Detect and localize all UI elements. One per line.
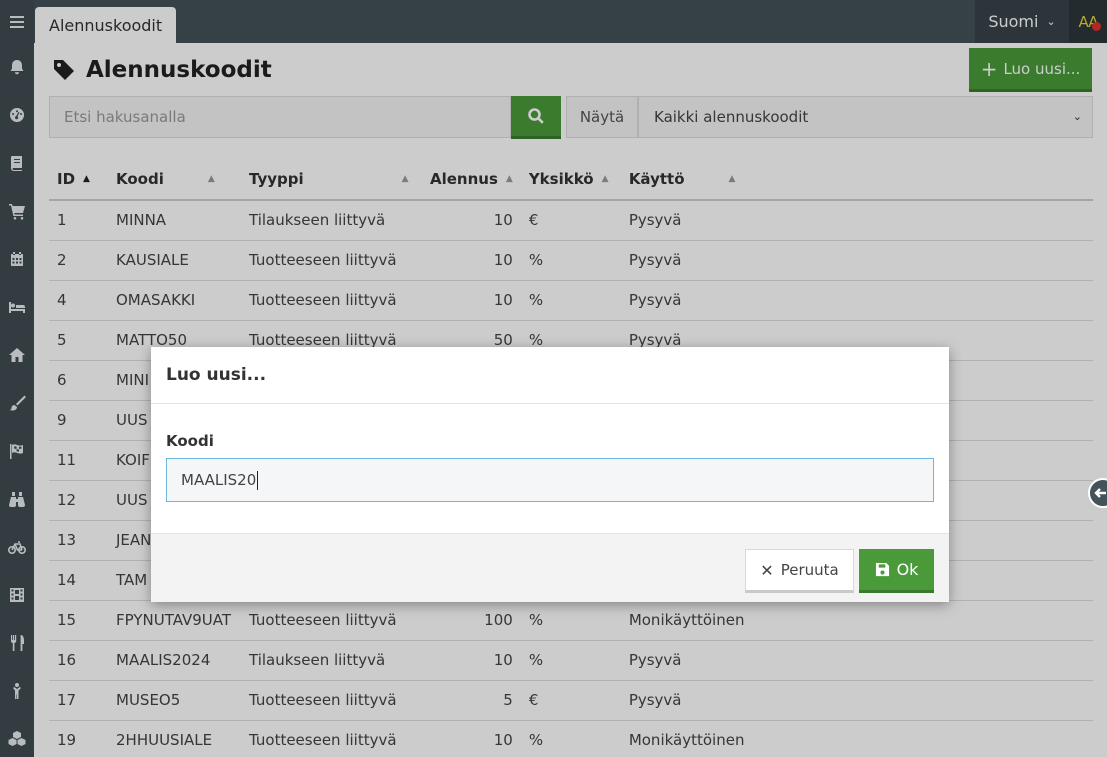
close-icon: ✕: [760, 560, 774, 580]
ok-label: Ok: [896, 560, 919, 579]
modal-body: Koodi MAALIS20: [151, 404, 949, 533]
code-input-value: MAALIS20: [181, 471, 257, 489]
code-input[interactable]: MAALIS20: [166, 458, 934, 502]
create-new-modal: Luo uusi... Koodi MAALIS20 ✕ Peruuta Ok: [151, 347, 949, 602]
modal-footer: ✕ Peruuta Ok: [151, 533, 949, 602]
ok-button[interactable]: Ok: [859, 549, 934, 593]
cancel-button[interactable]: ✕ Peruuta: [745, 549, 854, 593]
code-field-label: Koodi: [166, 432, 214, 450]
modal-title: Luo uusi...: [151, 347, 949, 404]
cancel-label: Peruuta: [780, 561, 839, 579]
save-icon: [875, 562, 889, 577]
text-caret: [257, 471, 259, 490]
arrow-left-icon: [1094, 488, 1106, 498]
